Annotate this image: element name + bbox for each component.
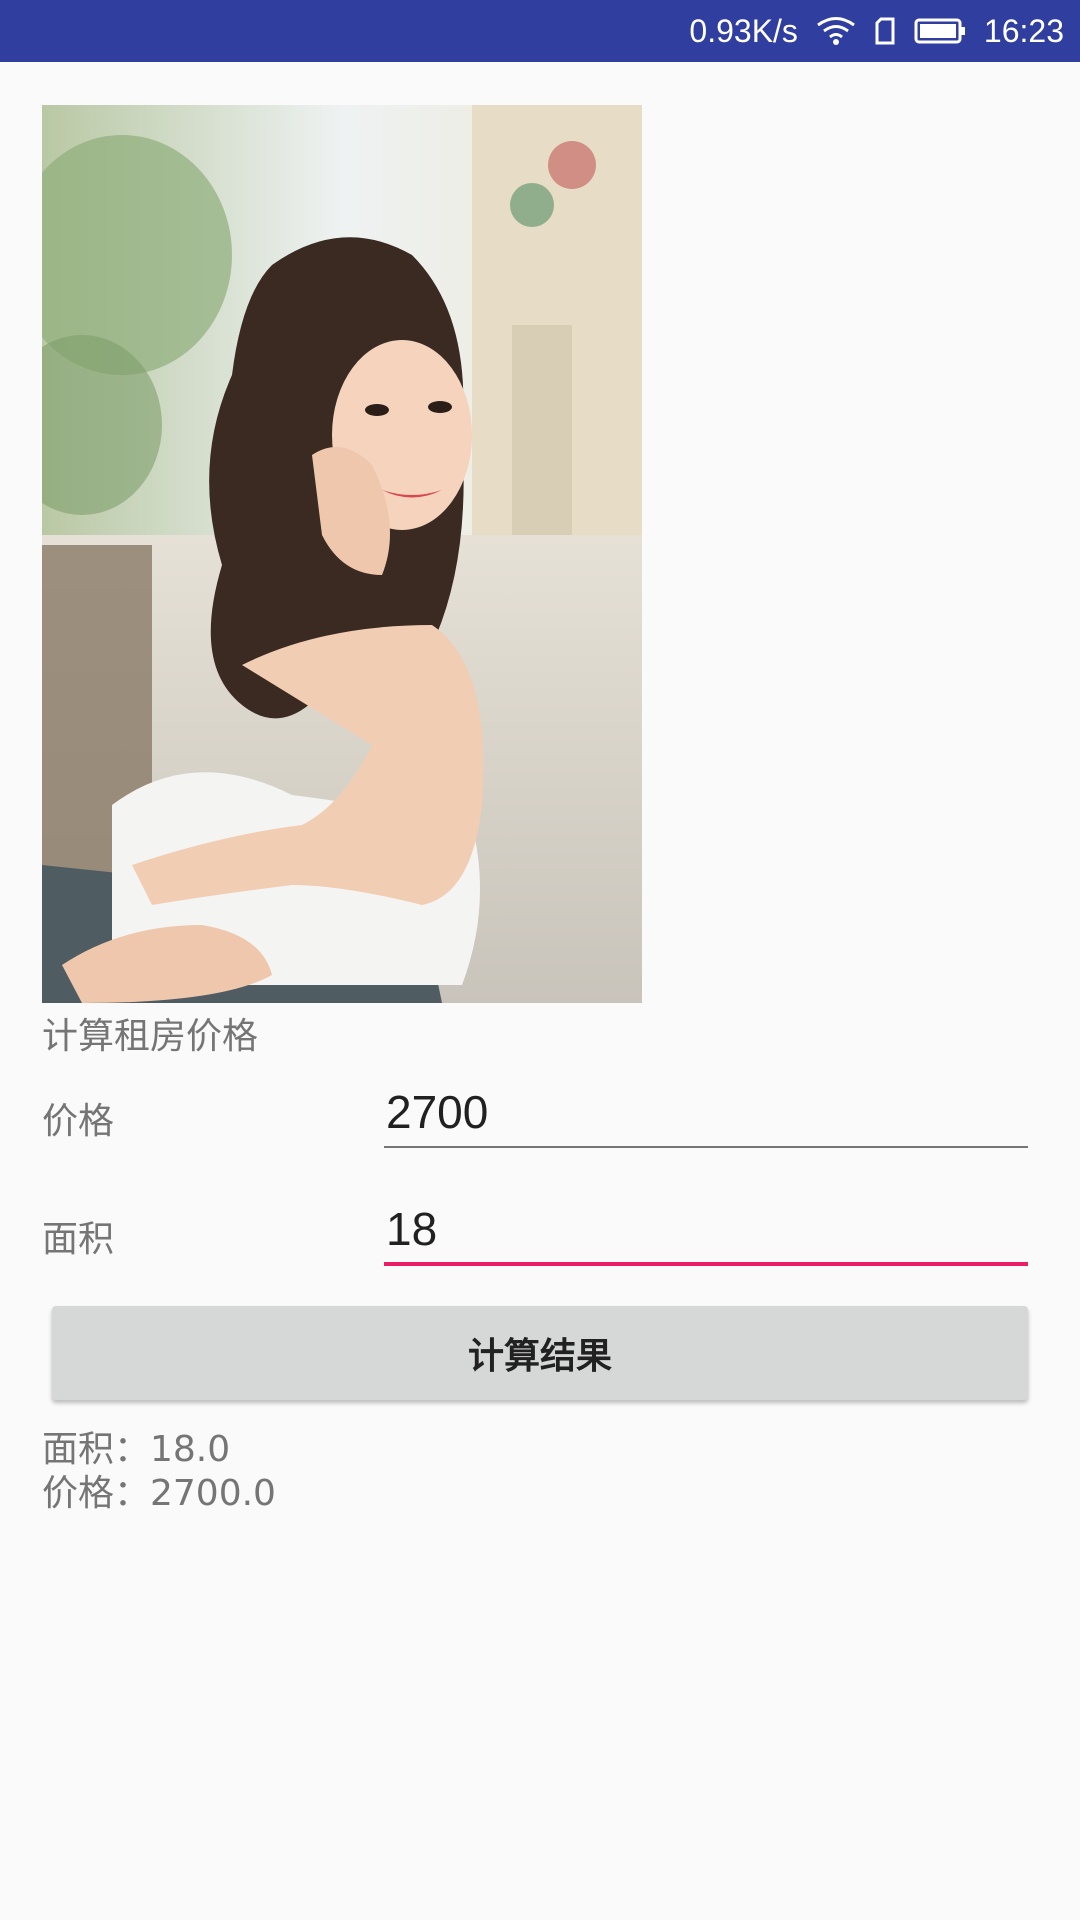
sim-card-icon — [874, 17, 896, 45]
woman-portrait-photo — [42, 105, 642, 1003]
price-label: 价格 — [42, 1101, 115, 1142]
section-title: 计算租房价格 — [42, 1016, 259, 1057]
area-label: 面积 — [42, 1219, 115, 1260]
network-speed: 0.93K/s — [689, 12, 798, 49]
wifi-icon — [816, 16, 856, 46]
result-price-text: 价格：2700.0 — [42, 1473, 276, 1514]
calculate-button[interactable]: 计算结果 — [52, 1306, 1028, 1400]
status-bar: 0.93K/s 16:23 — [0, 0, 1080, 62]
battery-icon — [914, 17, 966, 45]
area-input[interactable] — [384, 1196, 1028, 1266]
price-input[interactable] — [384, 1078, 1028, 1148]
clock: 16:23 — [983, 12, 1064, 49]
